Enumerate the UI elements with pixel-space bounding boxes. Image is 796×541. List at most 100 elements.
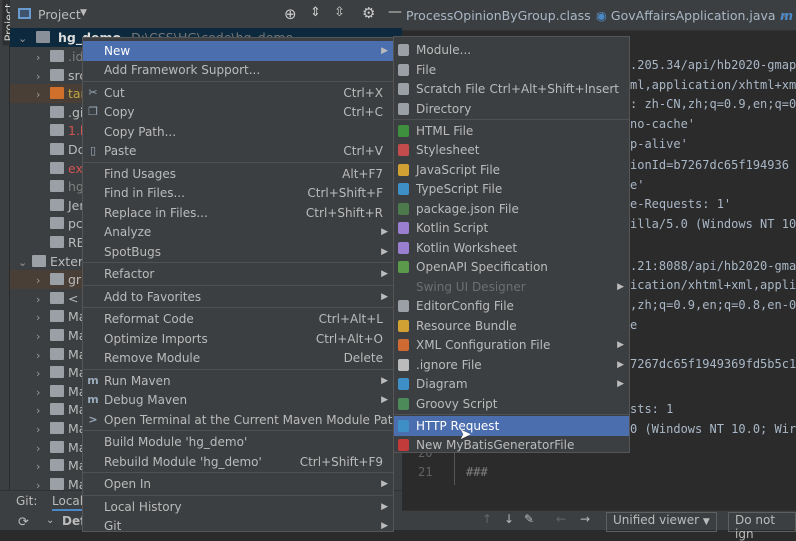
chevron-right-icon[interactable]: › [36, 401, 50, 420]
menu-item-refactor[interactable]: Refactor ▶ [83, 264, 393, 284]
menu-item-paste[interactable]: ▯ Paste Ctrl+V [83, 141, 393, 161]
menu-item-javascript-file[interactable]: JavaScript File [394, 160, 629, 180]
menu-item-build-module-hg-demo[interactable]: Build Module 'hg_demo' [83, 432, 393, 452]
locate-icon[interactable]: ⊕ [284, 5, 297, 23]
menu-item-editorconfig-file[interactable]: EditorConfig File [394, 296, 629, 316]
chevron-right-icon[interactable]: › [36, 290, 50, 309]
menu-item-reformat-code[interactable]: Reformat Code Ctrl+Alt+L [83, 309, 393, 329]
menu-item-cut[interactable]: ✂ Cut Ctrl+X [83, 83, 393, 103]
gear-icon[interactable]: ⚙ [362, 4, 375, 22]
menu-item-spotbugs[interactable]: SpotBugs ▶ [83, 242, 393, 262]
menu-item-copy-path[interactable]: Copy Path... [83, 122, 393, 142]
chevron-right-icon[interactable]: › [36, 346, 50, 365]
chevron-right-icon[interactable]: › [36, 439, 50, 458]
arrow-right-icon[interactable]: → [580, 512, 590, 526]
menu-item-html-file[interactable]: HTML File [394, 121, 629, 141]
menu-item-ignore-file[interactable]: .ignore File ▶ [394, 355, 629, 375]
menu-item-label: Refactor [104, 267, 155, 282]
arrow-down-icon[interactable]: ↓ [504, 512, 514, 526]
copy-icon: ❐ [88, 105, 98, 119]
project-view-selector[interactable]: Project [38, 7, 81, 22]
menu-item-git[interactable]: Git ▶ [83, 516, 393, 536]
viewer-select[interactable]: Unified viewer ▼ [606, 512, 717, 532]
chevron-right-icon[interactable]: › [36, 457, 50, 476]
chevron-right-icon[interactable]: › [36, 271, 50, 290]
menu-item-scratch-file[interactable]: Scratch File Ctrl+Alt+Shift+Insert [394, 79, 629, 99]
menu-item-http-request[interactable]: HTTP Request [394, 415, 629, 436]
menu-item-debug-maven[interactable]: m Debug Maven ▶ [83, 390, 393, 410]
menu-item-remove-module[interactable]: Remove Module Delete [83, 348, 393, 368]
menu-item-analyze[interactable]: Analyze ▶ [83, 222, 393, 242]
arrow-left-icon[interactable]: ← [556, 512, 566, 526]
edit-icon[interactable]: ✎ [524, 512, 534, 526]
menu-item-label: Diagram [416, 377, 468, 391]
expand-all-icon[interactable]: ⇕ [310, 5, 321, 20]
menu-item-xml-configuration-file[interactable]: XML Configuration File ▶ [394, 335, 629, 355]
menu-item-label: Rebuild Module 'hg_demo' [104, 454, 262, 469]
chevron-right-icon[interactable]: › [36, 420, 50, 439]
menu-item-groovy-script[interactable]: Groovy Script [394, 394, 629, 414]
menu-item-file[interactable]: File [394, 60, 629, 80]
chevron-right-icon[interactable]: › [36, 383, 50, 402]
menu-item-resource-bundle[interactable]: Resource Bundle [394, 316, 629, 336]
chevron-open-icon[interactable]: ⌄ [46, 515, 54, 526]
menu-item-local-history[interactable]: Local History ▶ [83, 497, 393, 517]
code-line: e [630, 318, 638, 332]
css-file-icon [398, 144, 409, 156]
ignore-select[interactable]: Do not ign [728, 512, 796, 541]
menu-item-open-in[interactable]: Open In ▶ [83, 474, 393, 494]
chevron-right-icon[interactable]: › [36, 364, 50, 383]
kotlin-icon [398, 241, 409, 254]
menu-item-find-usages[interactable]: Find Usages Alt+F7 [83, 164, 393, 184]
menu-item-shortcut: Ctrl+Shift+F9 [299, 454, 383, 469]
menu-item-label: JavaScript File [416, 162, 501, 177]
menu-item-open-terminal-at-the-current-maven-module-path[interactable]: > Open Terminal at the Current Maven Modu… [83, 410, 400, 430]
tab-local[interactable]: Local [52, 494, 84, 511]
menu-item-rebuild-module-hg-demo[interactable]: Rebuild Module 'hg_demo' Ctrl+Shift+F9 [83, 452, 393, 472]
menu-item-kotlin-script[interactable]: Kotlin Script [394, 218, 629, 238]
menu-item-directory[interactable]: Directory [394, 99, 629, 119]
menu-item-openapi-specification[interactable]: OpenAPI Specification [394, 257, 629, 277]
chevron-right-icon[interactable]: › [36, 327, 50, 346]
menu-item-diagram[interactable]: Diagram ▶ [394, 374, 629, 394]
arrow-up-icon[interactable]: ↑ [482, 512, 492, 526]
refresh-icon[interactable]: ⟳ [18, 515, 29, 530]
chevron-open-icon[interactable]: ⌄ [18, 253, 32, 272]
hide-icon[interactable]: — [388, 4, 402, 20]
submenu-arrow-icon: ▶ [381, 375, 388, 386]
menu-item-stylesheet[interactable]: Stylesheet [394, 140, 629, 160]
chevron-right-icon[interactable]: › [36, 308, 50, 327]
menu-item-label: Add Framework Support... [104, 63, 261, 78]
chevron-right-icon[interactable]: › [36, 48, 50, 67]
tab-maven-pom[interactable]: m [780, 0, 793, 31]
menu-item-package-json-file[interactable]: package.json File [394, 199, 629, 219]
menu-item-add-to-favorites[interactable]: Add to Favorites ▶ [83, 287, 393, 307]
code-line: ication/xhtml+xml,appli [630, 278, 796, 292]
markdown-file-icon [50, 236, 64, 248]
menu-item-typescript-file[interactable]: TypeScript File [394, 179, 629, 199]
menu-item-add-framework-support[interactable]: Add Framework Support... [83, 60, 393, 80]
collapse-all-icon[interactable]: ⇳ [334, 5, 345, 20]
submenu-arrow-icon: ▶ [617, 281, 624, 292]
menu-item-optimize-imports[interactable]: Optimize Imports Ctrl+Alt+O [83, 329, 393, 349]
chevron-right-icon[interactable]: › [36, 67, 50, 86]
chevron-open-icon[interactable]: ⌄ [18, 29, 32, 48]
menu-item-copy[interactable]: ❐ Copy Ctrl+C [83, 102, 393, 122]
tab-govaffairsapplication[interactable]: ◉ GovAffairsApplication.java × [596, 0, 790, 31]
menu-item-new[interactable]: New ▶ [83, 41, 393, 61]
chevron-down-icon[interactable]: ▼ [80, 8, 87, 18]
mybatis-icon [398, 439, 409, 451]
menu-item-module[interactable]: Module... [394, 40, 629, 60]
menu-item-label: Remove Module [104, 351, 201, 366]
menu-item-replace-in-files[interactable]: Replace in Files... Ctrl+Shift+R [83, 203, 393, 223]
menu-item-kotlin-worksheet[interactable]: Kotlin Worksheet [394, 238, 629, 258]
menu-item-run-maven[interactable]: m Run Maven ▶ [83, 371, 393, 391]
menu-item-new-mybatisgeneratorfile[interactable]: New MyBatisGeneratorFile [394, 435, 629, 455]
submenu-arrow-icon: ▶ [617, 379, 624, 389]
menu-item-label: Paste [104, 144, 137, 159]
code-line: ,zh;q=0.9,en;q=0.8,en-0 [630, 298, 796, 312]
chevron-right-icon[interactable]: › [36, 85, 50, 104]
menu-item-label: SpotBugs [104, 244, 161, 259]
tab-processopinionbygroup[interactable]: ProcessOpinionByGroup.class × [406, 0, 605, 31]
menu-item-find-in-files[interactable]: Find in Files... Ctrl+Shift+F [83, 183, 393, 203]
